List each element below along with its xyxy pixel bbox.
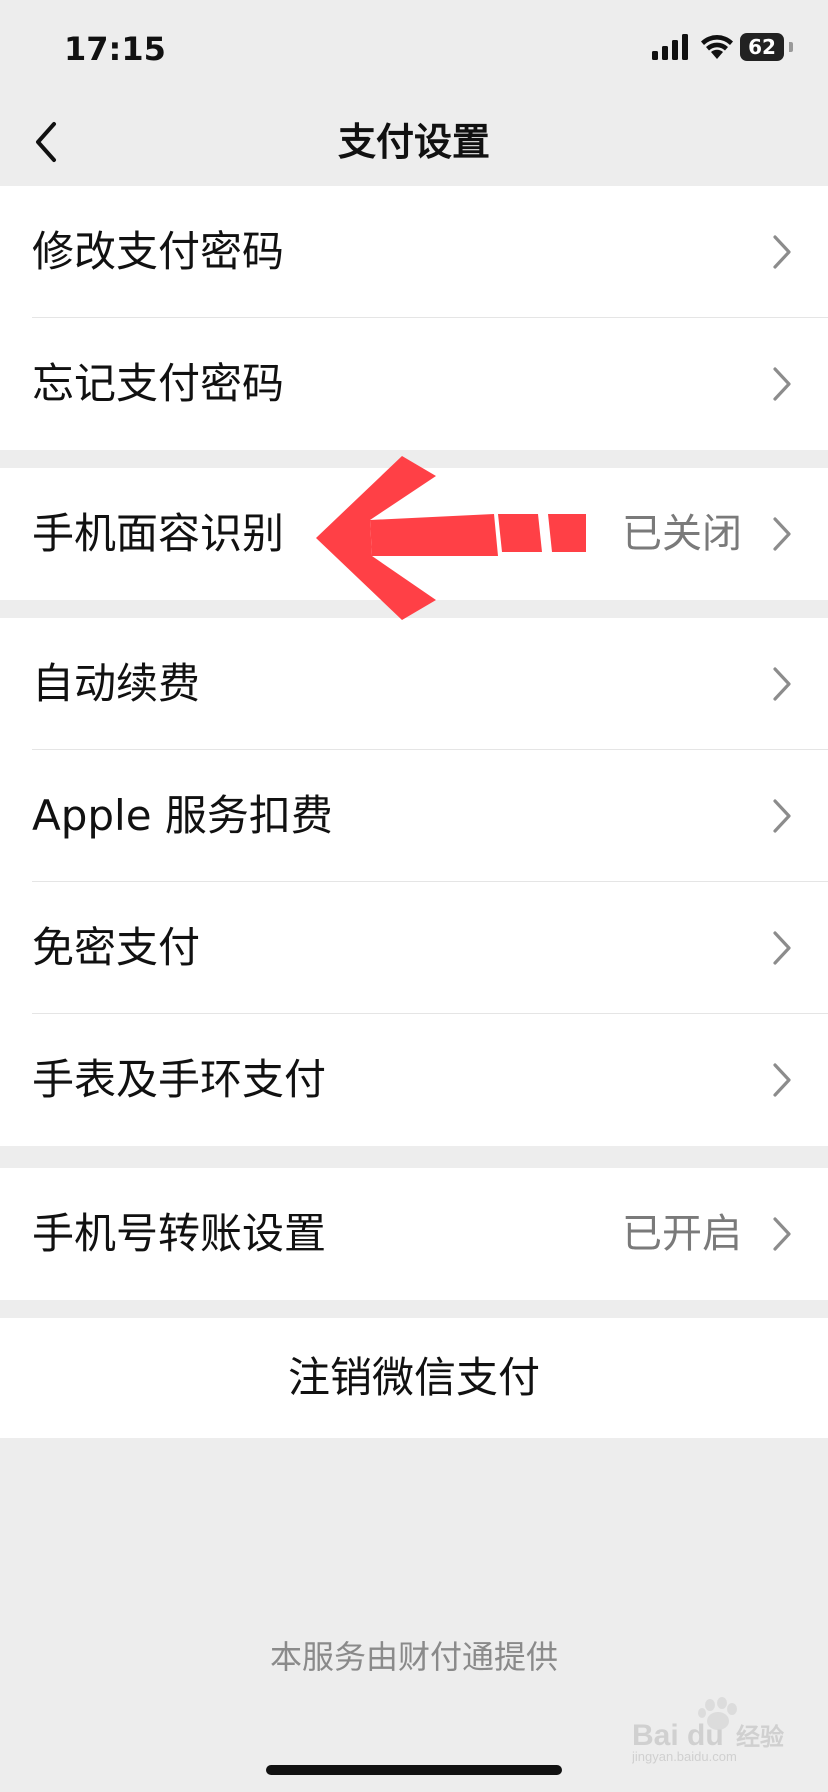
deactivate-wechat-pay-button[interactable]: 注销微信支付 xyxy=(0,1318,828,1438)
nav-bar: 支付设置 xyxy=(0,100,828,184)
settings-row-password-free-pay[interactable]: 免密支付 xyxy=(0,882,828,1014)
settings-group-payments: 自动续费 Apple 服务扣费 免密支付 手表及手环支付 xyxy=(0,618,828,1146)
row-label: 手机号转账设置 xyxy=(32,1209,327,1258)
chevron-right-icon xyxy=(773,367,791,401)
settings-row-auto-renew[interactable]: 自动续费 xyxy=(0,618,828,750)
row-status-value: 已关闭 xyxy=(622,511,742,557)
chevron-right-icon xyxy=(773,799,791,833)
settings-group-transfer: 手机号转账设置 已开启 xyxy=(0,1168,828,1300)
deactivate-label: 注销微信支付 xyxy=(287,1353,540,1402)
row-label: 修改支付密码 xyxy=(32,227,285,276)
settings-row-apple-services[interactable]: Apple 服务扣费 xyxy=(0,750,828,882)
watermark-brand: Bai du xyxy=(632,1719,724,1752)
status-time: 17:15 xyxy=(64,30,166,68)
chevron-right-icon xyxy=(773,667,791,701)
watermark-suffix: 经验 xyxy=(736,1723,784,1751)
chevron-right-icon xyxy=(773,235,791,269)
settings-row-watch-pay[interactable]: 手表及手环支付 xyxy=(0,1014,828,1146)
page-title: 支付设置 xyxy=(337,120,490,164)
row-label: 自动续费 xyxy=(32,659,201,708)
battery-level: 62 xyxy=(740,33,784,61)
chevron-right-icon xyxy=(773,931,791,965)
chevron-right-icon xyxy=(773,517,791,551)
row-label: Apple 服务扣费 xyxy=(32,791,333,840)
watermark-domain: jingyan.baidu.com xyxy=(632,1749,737,1764)
row-label: 免密支付 xyxy=(32,923,201,972)
chevron-right-icon xyxy=(773,1063,791,1097)
baidu-jingyan-watermark: Bai du 经验 jingyan.baidu.com xyxy=(632,1697,784,1764)
cellular-signal-icon xyxy=(652,34,688,60)
settings-row-forgot-password[interactable]: 忘记支付密码 xyxy=(0,318,828,450)
row-label: 手表及手环支付 xyxy=(32,1055,327,1104)
settings-group-password: 修改支付密码 忘记支付密码 xyxy=(0,186,828,450)
row-status-value: 已开启 xyxy=(622,1211,742,1257)
settings-row-phone-transfer[interactable]: 手机号转账设置 已开启 xyxy=(0,1168,828,1300)
row-label: 忘记支付密码 xyxy=(32,359,285,408)
annotation-arrow-icon xyxy=(316,456,586,620)
provider-footer: 本服务由财付通提供 xyxy=(269,1638,558,1676)
row-label: 手机面容识别 xyxy=(32,509,285,558)
status-bar: 17:15 62 xyxy=(0,0,828,100)
battery-icon: 62 xyxy=(740,33,793,61)
wifi-icon xyxy=(701,35,733,59)
chevron-right-icon xyxy=(773,1217,791,1251)
home-indicator xyxy=(266,1765,562,1775)
settings-row-change-password[interactable]: 修改支付密码 xyxy=(0,186,828,318)
